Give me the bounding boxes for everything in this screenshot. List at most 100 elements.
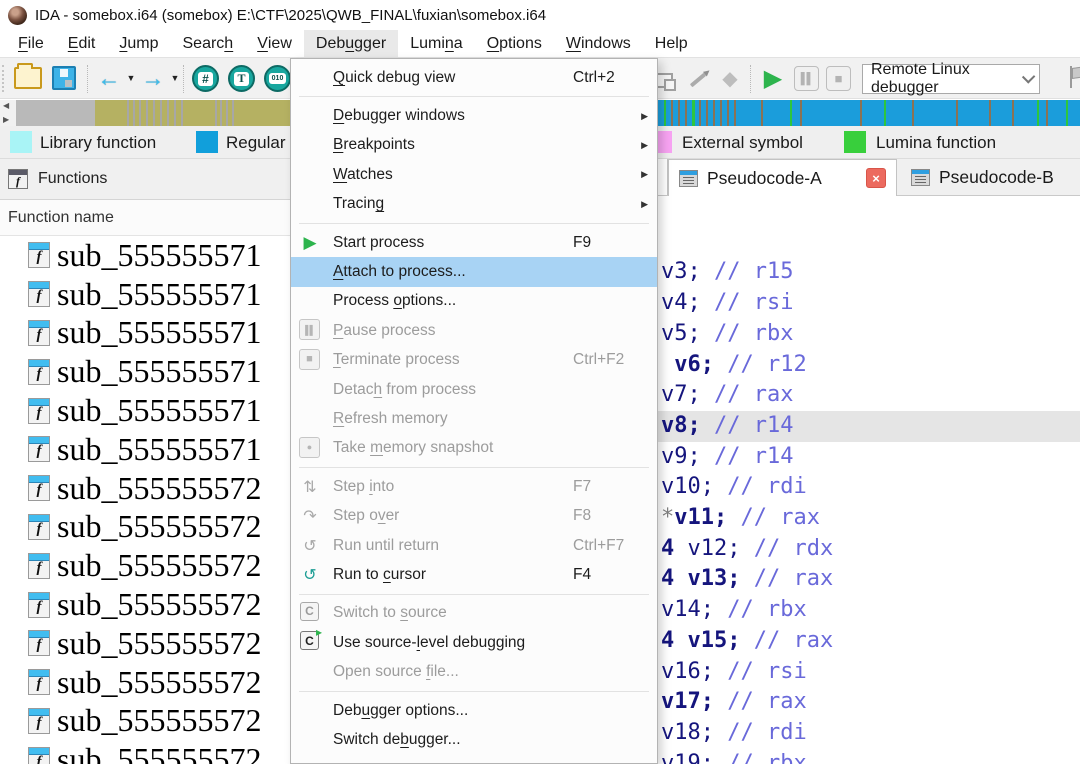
hash-view-icon[interactable] — [192, 65, 219, 92]
pseudocode-line[interactable]: v17; // rax — [661, 687, 1080, 718]
menubar-item[interactable]: Deb u gger — [303, 30, 399, 57]
menu-item[interactable]: Terminate process Ctrl+F2 — [291, 346, 657, 375]
save-file-icon[interactable] — [52, 66, 76, 90]
menu-item[interactable]: Pause process — [291, 316, 657, 345]
pseudocode-line[interactable]: v6; // r12 — [661, 350, 1080, 381]
navband-right-icon[interactable]: ▶ — [3, 114, 15, 126]
pseudocode-line[interactable]: v3; // r15 — [661, 257, 1080, 288]
menu-item[interactable]: Run to cursor F4 — [291, 560, 657, 589]
toolbar-drag-handle[interactable] — [2, 65, 7, 92]
menu-item[interactable]: Switch to source — [291, 599, 657, 628]
menu-item[interactable]: Watches ▶ — [291, 160, 657, 189]
menubar-item[interactable]: File — [6, 30, 56, 57]
menu-item[interactable]: Debugger windows ▶ — [291, 101, 657, 130]
menu-item[interactable] — [299, 467, 649, 469]
pseudocode-view[interactable]: v3; // r15 v4; // rsi v5; // rbx v6; // r1… — [658, 196, 1080, 764]
menu-item[interactable]: Step over F8 — [291, 501, 657, 530]
pseudocode-line[interactable]: v9; // r14 — [661, 442, 1080, 473]
pseudocode-line[interactable]: v10; // rdi — [661, 472, 1080, 503]
menu-item[interactable]: Attach to process... — [291, 257, 657, 287]
menubar-item[interactable]: Jump — [107, 30, 170, 57]
function-name-column-header[interactable]: Function name — [0, 200, 290, 236]
menu-item[interactable] — [299, 96, 649, 98]
menubar-item[interactable]: Searc h — [171, 30, 246, 57]
menu-item[interactable] — [299, 593, 649, 595]
function-name: sub_555555572 — [57, 508, 262, 545]
diamond-icon[interactable]: ◆ — [718, 66, 742, 90]
tab-partial[interactable] — [658, 159, 668, 195]
pseudocode-line[interactable]: 4 v13; // rax — [661, 564, 1080, 595]
menu-item[interactable]: Process options... — [291, 287, 657, 316]
menu-item-shortcut: Ctrl+F2 — [573, 351, 625, 369]
menubar-item[interactable]: Edit — [56, 30, 108, 57]
function-row[interactable]: sub_555555572 — [0, 585, 290, 624]
function-row[interactable]: sub_555555571 — [0, 352, 290, 391]
pseudocode-line[interactable]: v7; // rax — [661, 380, 1080, 411]
open-file-icon[interactable] — [14, 63, 42, 89]
text-view-icon[interactable] — [228, 65, 255, 92]
flag-icon[interactable] — [1062, 66, 1080, 90]
back-dropdown-icon[interactable]: ▼ — [126, 71, 136, 85]
pseudocode-line[interactable]: 4 v15; // rax — [661, 626, 1080, 657]
forward-arrow-icon[interactable]: → — [140, 64, 166, 92]
menubar-item[interactable]: Help — [643, 30, 700, 57]
pseudocode-line[interactable]: v18; // rdi — [661, 718, 1080, 749]
menu-item[interactable] — [299, 222, 649, 224]
function-name: sub_555555572 — [57, 624, 262, 661]
menu-item[interactable]: Detach from process — [291, 375, 657, 404]
navband-stripe — [720, 100, 722, 126]
navband-left-icon[interactable]: ◀ — [3, 100, 15, 112]
pseudocode-line[interactable]: v19; // rbx — [661, 749, 1080, 764]
menu-item[interactable]: Tracing ▶ — [291, 190, 657, 219]
function-row[interactable]: sub_555555571 — [0, 391, 290, 430]
menu-item[interactable]: Open source file... — [291, 657, 657, 686]
menubar-item[interactable]: Lumi n a — [398, 30, 475, 57]
menu-item[interactable]: Run until return Ctrl+F7 — [291, 531, 657, 560]
menu-item[interactable]: Quick debug view Ctrl+2 — [291, 63, 657, 92]
menu-item[interactable]: Step into F7 — [291, 472, 657, 501]
function-row[interactable]: sub_555555572 — [0, 508, 290, 547]
menu-item[interactable]: Switch debugger... — [291, 725, 657, 754]
tab-pseudocode-a[interactable]: Pseudocode-A × — [668, 159, 897, 196]
stop-process-icon[interactable]: ■ — [826, 66, 851, 91]
menu-item[interactable]: Use source-level debugging — [291, 625, 657, 657]
function-row[interactable]: sub_555555572 — [0, 702, 290, 741]
functions-panel-header[interactable]: Functions — [0, 159, 290, 200]
menu-item-label: Breakpoints — [333, 136, 415, 154]
pseudocode-line[interactable]: v16; // rsi — [661, 657, 1080, 688]
function-row[interactable]: sub_555555572 — [0, 546, 290, 585]
edit-icon[interactable] — [686, 70, 710, 90]
pseudocode-line[interactable]: v8; // r14 — [658, 410, 1080, 442]
forward-dropdown-icon[interactable]: ▼ — [170, 71, 180, 85]
pseudocode-line[interactable]: v4; // rsi — [661, 288, 1080, 319]
pause-process-icon[interactable]: ▌▌ — [794, 66, 819, 91]
menu-item[interactable]: Debugger options... — [291, 696, 657, 725]
function-row[interactable]: sub_555555572 — [0, 469, 290, 508]
function-row[interactable]: sub_555555572 — [0, 740, 290, 764]
back-arrow-icon[interactable]: ← — [96, 64, 122, 92]
pseudocode-line[interactable]: 4 v12; // rdx — [661, 534, 1080, 565]
debugger-select[interactable]: Remote Linux debugger — [862, 61, 1040, 96]
menu-item[interactable] — [299, 690, 649, 692]
function-row[interactable]: sub_555555571 — [0, 430, 290, 469]
navband-arrows[interactable]: ◀ ▶ — [3, 100, 15, 126]
function-row[interactable]: sub_555555572 — [0, 624, 290, 663]
menu-item[interactable]: Take memory snapshot — [291, 434, 657, 463]
pseudocode-line[interactable]: *v11; // rax — [661, 503, 1080, 534]
menubar-item[interactable]: Windows — [554, 30, 643, 57]
function-row[interactable]: sub_555555571 — [0, 275, 290, 314]
menu-item[interactable]: Start process F9 — [291, 228, 657, 257]
menubar-item[interactable]: Options — [475, 30, 554, 57]
menu-item[interactable]: Refresh memory — [291, 404, 657, 433]
menubar-item[interactable]: View — [245, 30, 304, 57]
binary-view-icon[interactable] — [264, 65, 291, 92]
pseudocode-line[interactable]: v14; // rbx — [661, 595, 1080, 626]
tab-pseudocode-b[interactable]: Pseudocode-B — [901, 159, 1080, 196]
function-row[interactable]: sub_555555571 — [0, 236, 290, 275]
start-process-icon[interactable]: ▶ — [760, 65, 786, 92]
close-icon[interactable]: × — [866, 168, 886, 188]
function-row[interactable]: sub_555555571 — [0, 314, 290, 353]
menu-item[interactable]: Breakpoints ▶ — [291, 131, 657, 160]
pseudocode-line[interactable]: v5; // rbx — [661, 319, 1080, 350]
function-row[interactable]: sub_555555572 — [0, 663, 290, 702]
